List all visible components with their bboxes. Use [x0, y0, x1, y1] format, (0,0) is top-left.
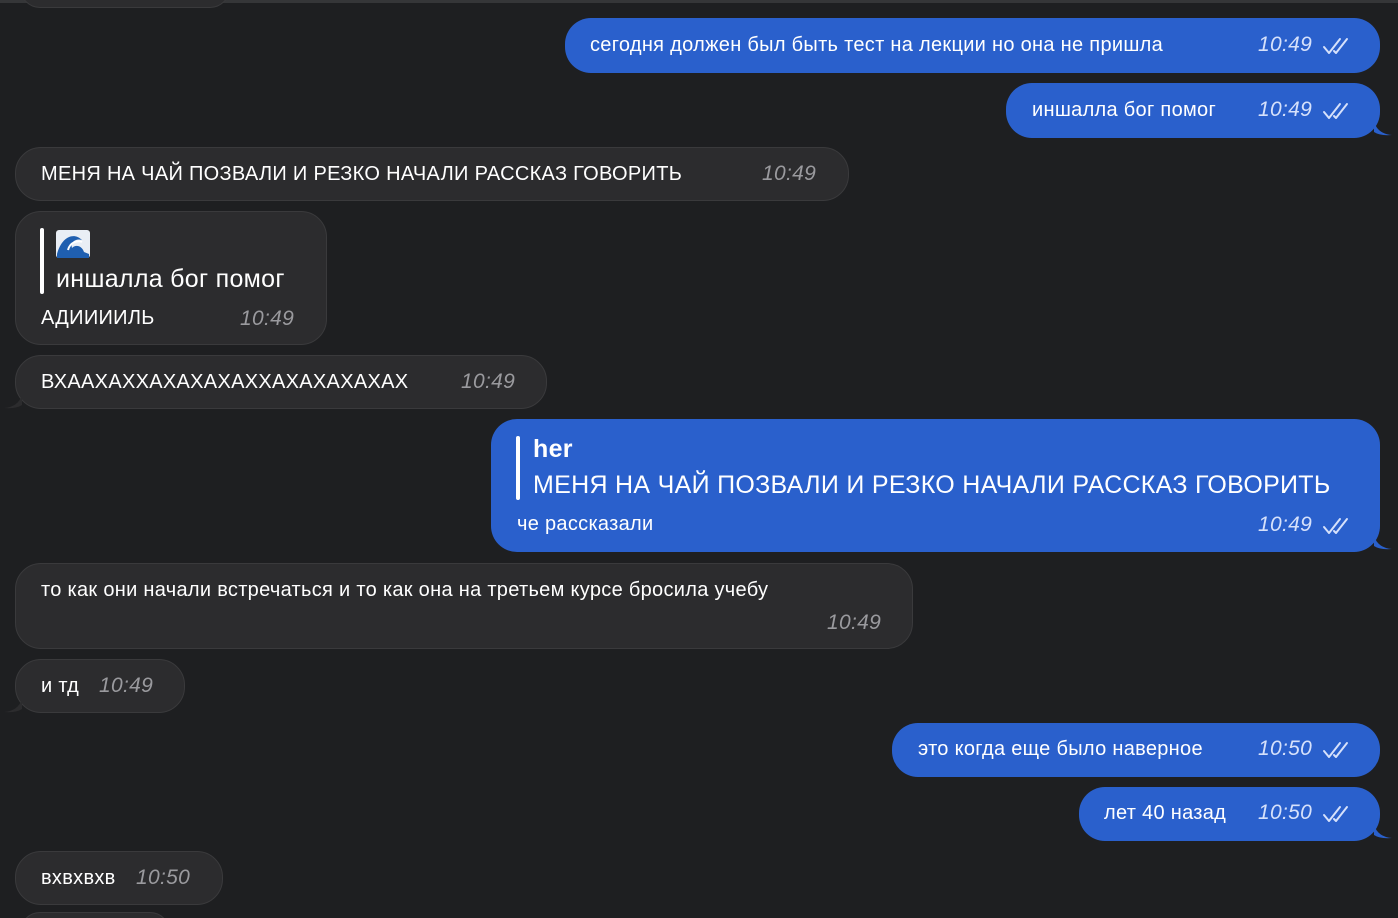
message-bubble[interactable]: и тд 10:49: [15, 659, 185, 713]
message-time: 10:49: [99, 674, 154, 697]
message-text: че рассказали: [517, 513, 654, 535]
quoted-text: иншалла бог помог: [56, 265, 285, 293]
message-text: иншалла бог помог: [1032, 99, 1217, 121]
message-text: МЕНЯ НА ЧАЙ ПОЗВАЛИ И РЕЗКО НАЧАЛИ РАССК…: [41, 163, 683, 185]
double-check-icon: [1323, 518, 1348, 534]
chat-area[interactable]: сегодня должен был быть тест на лекции н…: [0, 0, 1398, 918]
bubble-tail: [4, 699, 22, 713]
message-time: 10:49: [461, 370, 516, 393]
message-bubble[interactable]: сегодня должен был быть тест на лекции н…: [565, 18, 1380, 73]
message-bubble[interactable]: вхвхвхв 10:50: [15, 851, 223, 905]
double-check-icon: [1323, 103, 1348, 119]
bubble-tail: [1374, 122, 1392, 136]
message-bubble[interactable]: ВХААХАХХАХАХАХАХХАХАХАХАХАХ 10:49: [15, 355, 547, 409]
message-time: 10:49: [1258, 33, 1313, 56]
bubble-tail: [1374, 536, 1392, 550]
reply-message-bubble[interactable]: иншалла бог помог АДИИИИЛЬ 10:49: [15, 211, 327, 345]
message-time: 10:50: [136, 866, 191, 889]
message-time: 10:49: [1258, 513, 1313, 536]
message-time: 10:50: [1258, 801, 1313, 824]
message-text: сегодня должен был быть тест на лекции н…: [590, 34, 1164, 56]
message-bubble[interactable]: МЕНЯ НА ЧАЙ ПОЗВАЛИ И РЕЗКО НАЧАЛИ РАССК…: [15, 147, 849, 201]
message-text: и тд: [41, 675, 80, 697]
message-time: 10:49: [1258, 98, 1313, 121]
message-text: АДИИИИЛЬ: [41, 307, 155, 329]
message-text: лет 40 назад: [1104, 802, 1227, 824]
quoted-author: her: [533, 435, 573, 463]
message-time: 10:49: [240, 307, 295, 330]
double-check-icon: [1323, 806, 1348, 822]
quote-bar: [516, 436, 520, 500]
message-bubble[interactable]: то как они начали встречаться и то как о…: [15, 563, 913, 649]
double-check-icon: [1323, 38, 1348, 54]
bubble-tail: [1374, 825, 1392, 839]
message-time: 10:50: [1258, 737, 1313, 760]
double-check-icon: [1323, 742, 1348, 758]
message-bubble[interactable]: иншалла бог помог 10:49: [1006, 83, 1380, 138]
message-bubble[interactable]: это когда еще было наверное 10:50: [892, 723, 1380, 777]
message-text: ВХААХАХХАХАХАХАХХАХАХАХАХАХ: [41, 371, 409, 393]
partial-message-bottom: [20, 912, 170, 918]
quoted-text: МЕНЯ НА ЧАЙ ПОЗВАЛИ И РЕЗКО НАЧАЛИ РАССК…: [533, 471, 1331, 499]
quote-bar: [40, 228, 44, 294]
message-bubble[interactable]: лет 40 назад 10:50: [1079, 787, 1380, 841]
bubble-tail: [4, 395, 22, 409]
message-time: 10:49: [762, 162, 817, 185]
partial-message-top: [20, 0, 230, 8]
message-text: то как они начали встречаться и то как о…: [41, 579, 769, 601]
message-text: вхвхвхв: [41, 867, 116, 889]
message-text: это когда еще было наверное: [918, 738, 1203, 760]
message-time: 10:49: [827, 611, 882, 634]
wave-emoji-icon: [56, 230, 90, 258]
reply-message-bubble[interactable]: her МЕНЯ НА ЧАЙ ПОЗВАЛИ И РЕЗКО НАЧАЛИ Р…: [491, 419, 1380, 552]
